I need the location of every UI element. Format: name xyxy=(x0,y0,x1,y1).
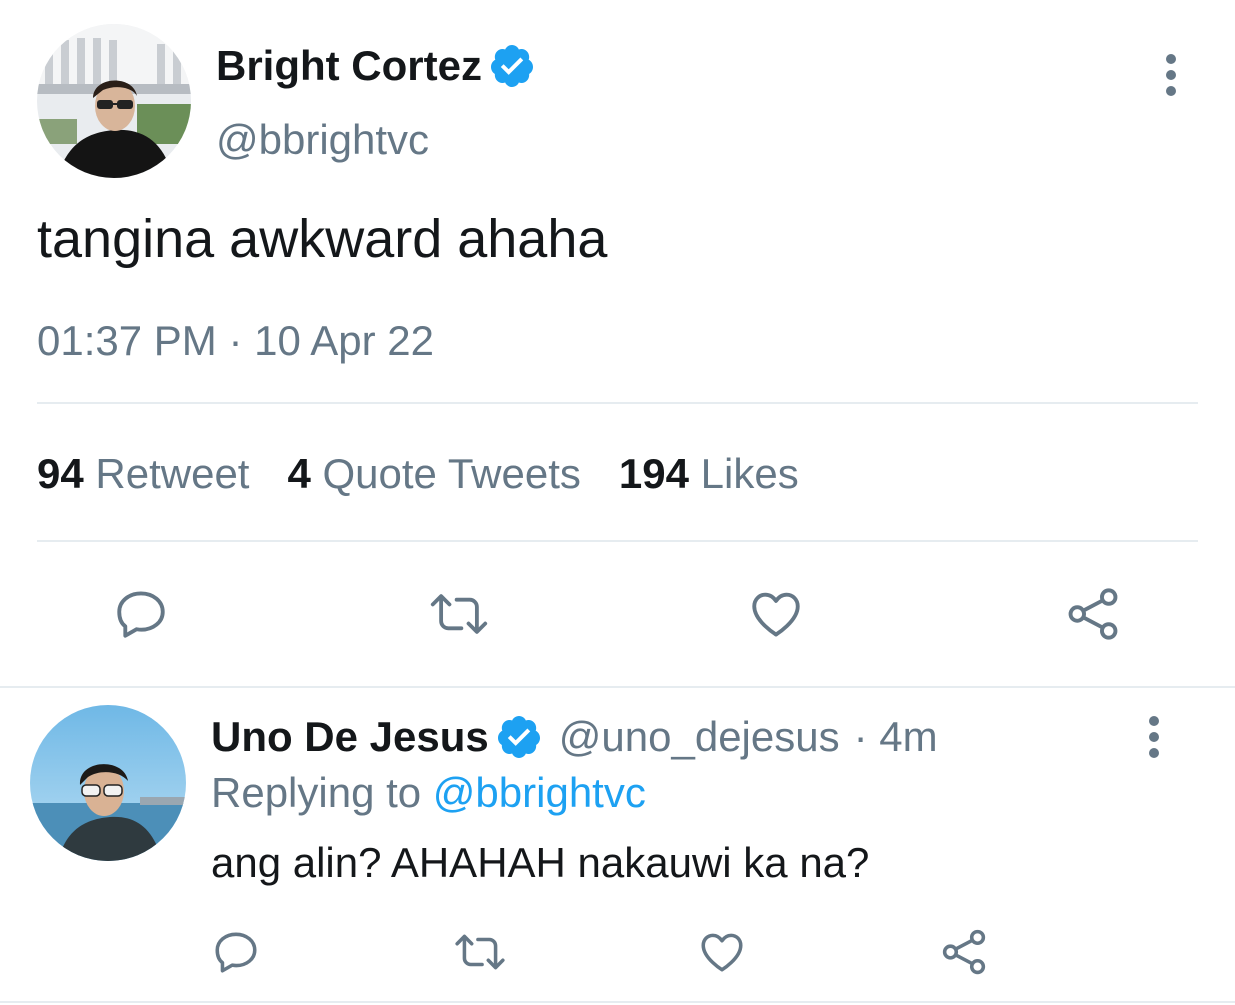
heart-icon[interactable] xyxy=(696,927,748,982)
more-vertical-icon[interactable] xyxy=(1141,715,1167,759)
likes-stat[interactable]: 194 Likes xyxy=(619,450,799,498)
likes-count: 194 xyxy=(618,450,689,497)
reply-icon[interactable] xyxy=(211,927,261,982)
replying-to-handle[interactable]: @bbrightvc xyxy=(433,769,646,816)
quotes-stat[interactable]: 4 Quote Tweets xyxy=(287,450,580,498)
divider xyxy=(37,402,1198,404)
reply-author-name[interactable]: Uno De Jesus xyxy=(211,713,489,761)
retweet-icon[interactable] xyxy=(453,927,507,982)
reply-author-avatar[interactable] xyxy=(30,705,186,861)
verified-badge-icon xyxy=(490,45,533,87)
share-icon[interactable] xyxy=(1063,585,1123,648)
retweets-stat[interactable]: 94 Retweet xyxy=(37,450,249,498)
quotes-count: 4 xyxy=(287,450,311,497)
bottom-divider xyxy=(0,1001,1235,1003)
retweet-icon[interactable] xyxy=(428,585,490,648)
verified-badge-icon xyxy=(497,716,540,758)
author-name[interactable]: Bright Cortez xyxy=(216,42,482,90)
replying-to-prefix: Replying to xyxy=(211,769,422,816)
tweet-stats: 94 Retweet 4 Quote Tweets 194 Likes xyxy=(37,450,799,498)
likes-label: Likes xyxy=(700,450,799,497)
more-vertical-icon[interactable] xyxy=(1158,52,1184,98)
retweets-label: Retweet xyxy=(95,450,250,497)
retweets-count: 94 xyxy=(37,450,84,497)
share-icon[interactable] xyxy=(938,927,990,982)
tweet-date: 10 Apr 22 xyxy=(254,317,434,364)
quotes-label: Quote Tweets xyxy=(322,450,581,497)
tweet-timestamp[interactable]: 01:37 PM · 10 Apr 22 xyxy=(37,317,434,365)
heart-icon[interactable] xyxy=(746,585,806,648)
avatar-photo xyxy=(37,24,191,178)
author-avatar[interactable] xyxy=(37,24,191,178)
avatar-photo xyxy=(30,705,186,861)
tweet-time: 01:37 PM xyxy=(37,317,217,364)
reply-text: ang alin? AHAHAH nakauwi ka na? xyxy=(211,839,870,886)
reply-age: · 4m xyxy=(853,713,938,760)
author-handle[interactable]: @bbrightvc xyxy=(216,116,429,164)
section-divider xyxy=(0,686,1235,688)
tweet-text: tangina awkward ahaha xyxy=(37,209,608,269)
replying-to: Replying to @bbrightvc xyxy=(211,769,646,817)
divider xyxy=(37,540,1198,542)
reply-author-handle[interactable]: @uno_dejesus xyxy=(559,713,840,761)
reply-icon[interactable] xyxy=(112,585,170,648)
timestamp-separator: · xyxy=(228,317,243,364)
